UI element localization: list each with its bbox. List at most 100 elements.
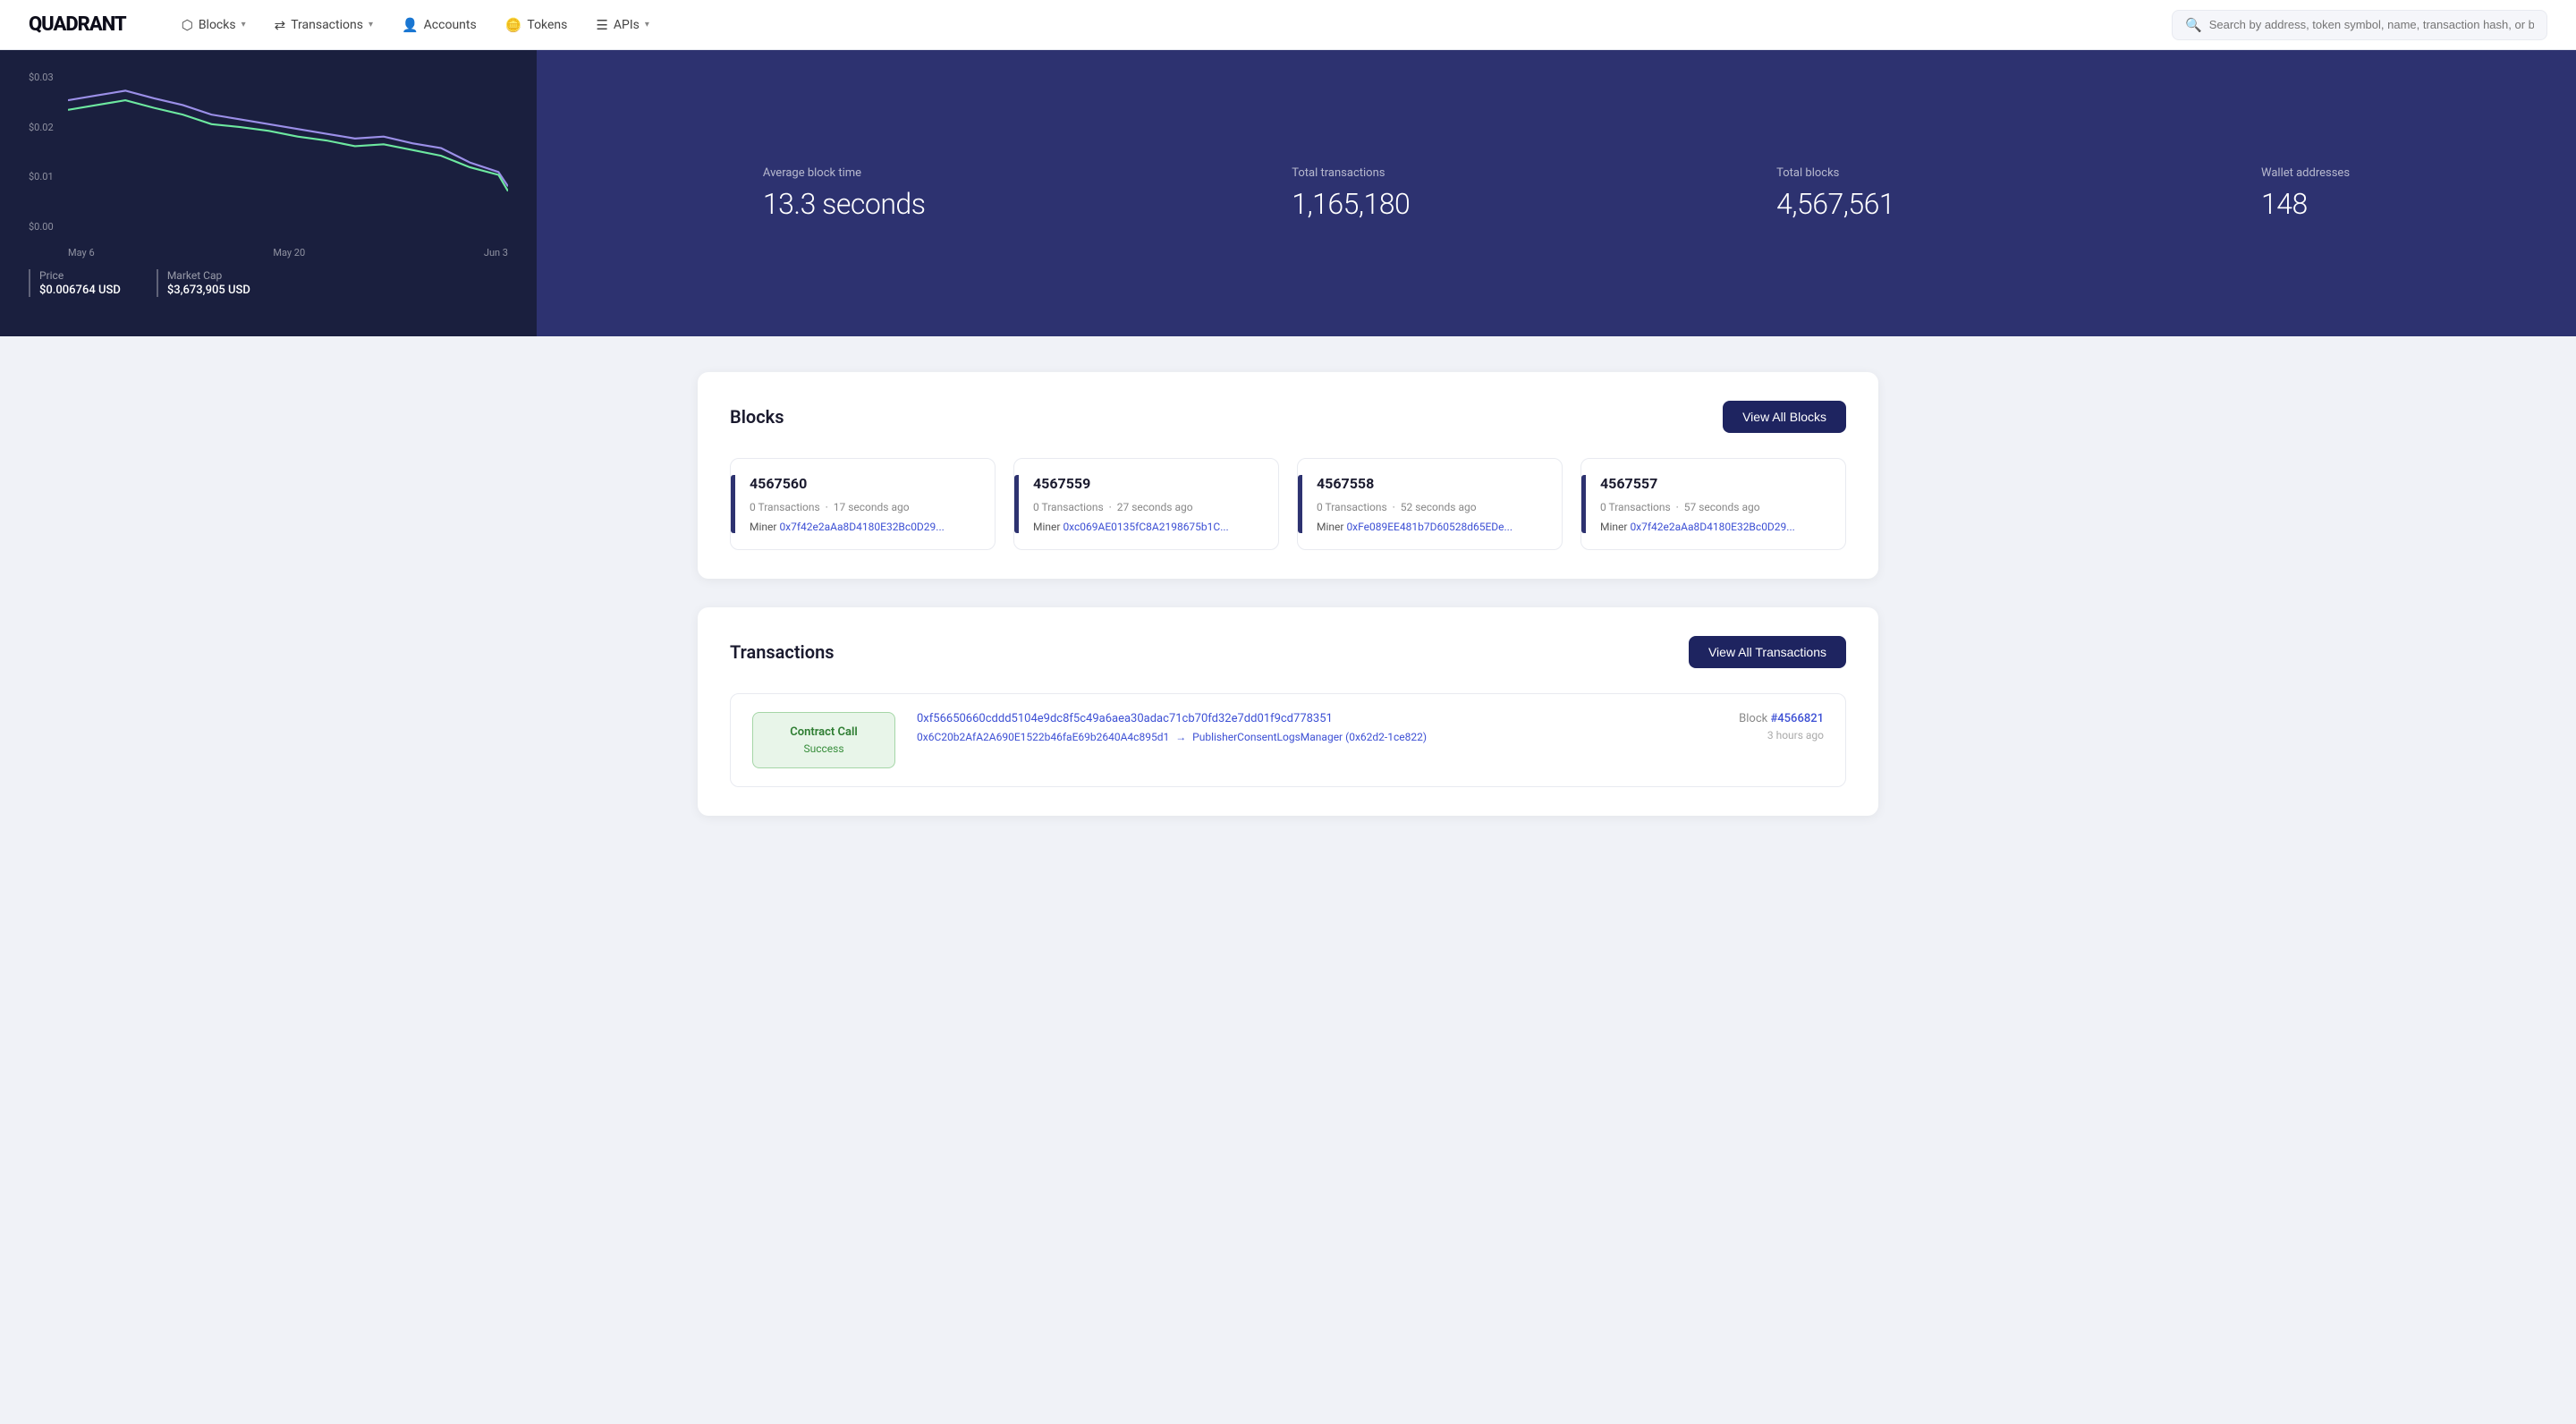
transactions-section-header: Transactions View All Transactions [730, 636, 1846, 668]
block-accent [1298, 475, 1302, 533]
price-label: Price [39, 269, 121, 282]
block-content: 4567557 0 Transactions · 57 seconds ago … [1600, 475, 1829, 533]
market-cap-block: Market Cap $3,673,905 USD [157, 269, 250, 297]
tx-block-ref[interactable]: Block #4566821 [1739, 712, 1824, 725]
block-miner: Miner 0xc069AE0135fC8A2198675b1C... [1033, 521, 1262, 533]
blocks-icon: ⬡ [182, 17, 193, 33]
nav-apis-label: APIs [614, 18, 640, 32]
block-meta: 0 Transactions · 52 seconds ago [1317, 501, 1546, 513]
search-input[interactable] [2209, 18, 2534, 31]
transactions-icon: ⇄ [275, 17, 286, 33]
nav-accounts-label: Accounts [424, 18, 477, 32]
nav-item-tokens[interactable]: 🪙 Tokens [493, 10, 580, 40]
stat-total-transactions-label: Total transactions [1292, 166, 1410, 180]
stat-total-transactions-value: 1,165,180 [1292, 187, 1410, 221]
block-miner: Miner 0xFe089EE481b7D60528d65EDe... [1317, 521, 1546, 533]
y-label-0: $0.03 [29, 72, 68, 83]
y-label-3: $0.00 [29, 221, 68, 233]
block-number[interactable]: 4567560 [750, 475, 979, 492]
navbar: QUADRANT ⬡ Blocks ▾ ⇄ Transactions ▾ 👤 A… [0, 0, 2576, 50]
block-accent [1014, 475, 1019, 533]
market-cap-value: $3,673,905 USD [167, 284, 250, 297]
chart-x-labels: May 6 May 20 Jun 3 [29, 247, 508, 259]
nav-links: ⬡ Blocks ▾ ⇄ Transactions ▾ 👤 Accounts 🪙… [169, 10, 2172, 40]
tx-block-number[interactable]: #4566821 [1770, 712, 1824, 725]
block-card[interactable]: 4567557 0 Transactions · 57 seconds ago … [1580, 458, 1846, 550]
tx-details: 0xf56650660cddd5104e9dc8f5c49a6aea30adac… [917, 712, 1717, 743]
accounts-icon: 👤 [402, 17, 419, 33]
market-cap-label: Market Cap [167, 269, 250, 282]
blocks-grid: 4567560 0 Transactions · 17 seconds ago … [730, 458, 1846, 550]
blocks-section-header: Blocks View All Blocks [730, 401, 1846, 433]
main-content: Blocks View All Blocks 4567560 0 Transac… [662, 336, 1914, 898]
price-value: $0.006764 USD [39, 284, 121, 297]
block-miner: Miner 0x7f42e2aAa8D4180E32Bc0D29... [1600, 521, 1829, 533]
nav-transactions-label: Transactions [291, 18, 363, 32]
nav-item-accounts[interactable]: 👤 Accounts [389, 10, 489, 40]
block-content: 4567560 0 Transactions · 17 seconds ago … [750, 475, 979, 533]
block-number[interactable]: 4567557 [1600, 475, 1829, 492]
block-card[interactable]: 4567559 0 Transactions · 27 seconds ago … [1013, 458, 1279, 550]
nav-item-transactions[interactable]: ⇄ Transactions ▾ [262, 10, 386, 40]
stat-avg-block-time-value: 13.3 seconds [763, 187, 926, 221]
tx-badge-status: Success [767, 742, 880, 755]
block-content: 4567559 0 Transactions · 27 seconds ago … [1033, 475, 1262, 533]
view-all-blocks-button[interactable]: View All Blocks [1723, 401, 1846, 433]
miner-address[interactable]: 0x7f42e2aAa8D4180E32Bc0D29... [1630, 521, 1794, 533]
block-meta: 0 Transactions · 57 seconds ago [1600, 501, 1829, 513]
block-card[interactable]: 4567558 0 Transactions · 52 seconds ago … [1297, 458, 1563, 550]
y-label-2: $0.01 [29, 171, 68, 182]
x-label-2: Jun 3 [484, 247, 508, 259]
hero-stats: Average block time 13.3 seconds Total tr… [537, 50, 2576, 336]
tx-from-address[interactable]: 0x6C20b2AfA2A690E1522b46faE69b2640A4c895… [917, 731, 1169, 743]
transactions-section-card: Transactions View All Transactions Contr… [698, 607, 1878, 816]
stat-wallet-addresses-value: 148 [2261, 187, 2350, 221]
stat-wallet-addresses: Wallet addresses 148 [2261, 166, 2350, 221]
search-bar: 🔍 [2172, 10, 2547, 40]
block-content: 4567558 0 Transactions · 52 seconds ago … [1317, 475, 1546, 533]
transaction-row: Contract Call Success 0xf56650660cddd510… [730, 693, 1846, 787]
tx-block-info: Block #4566821 3 hours ago [1739, 712, 1824, 742]
tx-hash[interactable]: 0xf56650660cddd5104e9dc8f5c49a6aea30adac… [917, 712, 1717, 725]
miner-address[interactable]: 0xc069AE0135fC8A2198675b1C... [1063, 521, 1228, 533]
miner-address[interactable]: 0xFe089EE481b7D60528d65EDe... [1346, 521, 1513, 533]
nav-item-apis[interactable]: ☰ APIs ▾ [583, 10, 661, 40]
tx-to-address[interactable]: PublisherConsentLogsManager (0x62d2-1ce8… [1192, 731, 1427, 743]
chart-area: $0.03 $0.02 $0.01 $0.00 [29, 72, 508, 233]
brand-logo[interactable]: QUADRANT [29, 13, 126, 36]
nav-item-blocks[interactable]: ⬡ Blocks ▾ [169, 10, 258, 40]
block-miner: Miner 0x7f42e2aAa8D4180E32Bc0D29... [750, 521, 979, 533]
stat-total-blocks-value: 4,567,561 [1776, 187, 1894, 221]
block-meta: 0 Transactions · 17 seconds ago [750, 501, 979, 513]
tx-badge: Contract Call Success [752, 712, 895, 768]
tokens-icon: 🪙 [505, 17, 522, 33]
view-all-transactions-button[interactable]: View All Transactions [1689, 636, 1846, 668]
stat-total-blocks: Total blocks 4,567,561 [1776, 166, 1894, 221]
block-number[interactable]: 4567559 [1033, 475, 1262, 492]
block-number[interactable]: 4567558 [1317, 475, 1546, 492]
stat-wallet-addresses-label: Wallet addresses [2261, 166, 2350, 180]
blocks-section-card: Blocks View All Blocks 4567560 0 Transac… [698, 372, 1878, 579]
tx-time: 3 hours ago [1739, 729, 1824, 742]
stat-total-blocks-label: Total blocks [1776, 166, 1894, 180]
block-card[interactable]: 4567560 0 Transactions · 17 seconds ago … [730, 458, 996, 550]
tx-badge-label: Contract Call [767, 725, 880, 739]
stat-avg-block-time-label: Average block time [763, 166, 926, 180]
nav-tokens-label: Tokens [527, 18, 567, 32]
x-label-0: May 6 [68, 247, 95, 259]
blocks-section-title: Blocks [730, 406, 784, 428]
y-label-1: $0.02 [29, 122, 68, 133]
chevron-down-icon: ▾ [645, 20, 649, 30]
miner-address[interactable]: 0x7f42e2aAa8D4180E32Bc0D29... [779, 521, 944, 533]
price-info: Price $0.006764 USD Market Cap $3,673,90… [29, 269, 508, 297]
chevron-down-icon: ▾ [369, 20, 373, 30]
tx-arrow-icon: → [1175, 731, 1186, 743]
hero-section: $0.03 $0.02 $0.01 $0.00 May 6 May 20 Jun… [0, 50, 2576, 336]
transactions-list: Contract Call Success 0xf56650660cddd510… [730, 693, 1846, 787]
stat-avg-block-time: Average block time 13.3 seconds [763, 166, 926, 221]
hero-chart: $0.03 $0.02 $0.01 $0.00 May 6 May 20 Jun… [0, 50, 537, 336]
search-icon: 🔍 [2185, 17, 2202, 33]
nav-blocks-label: Blocks [199, 18, 236, 32]
x-label-1: May 20 [273, 247, 305, 259]
price-block: Price $0.006764 USD [29, 269, 121, 297]
